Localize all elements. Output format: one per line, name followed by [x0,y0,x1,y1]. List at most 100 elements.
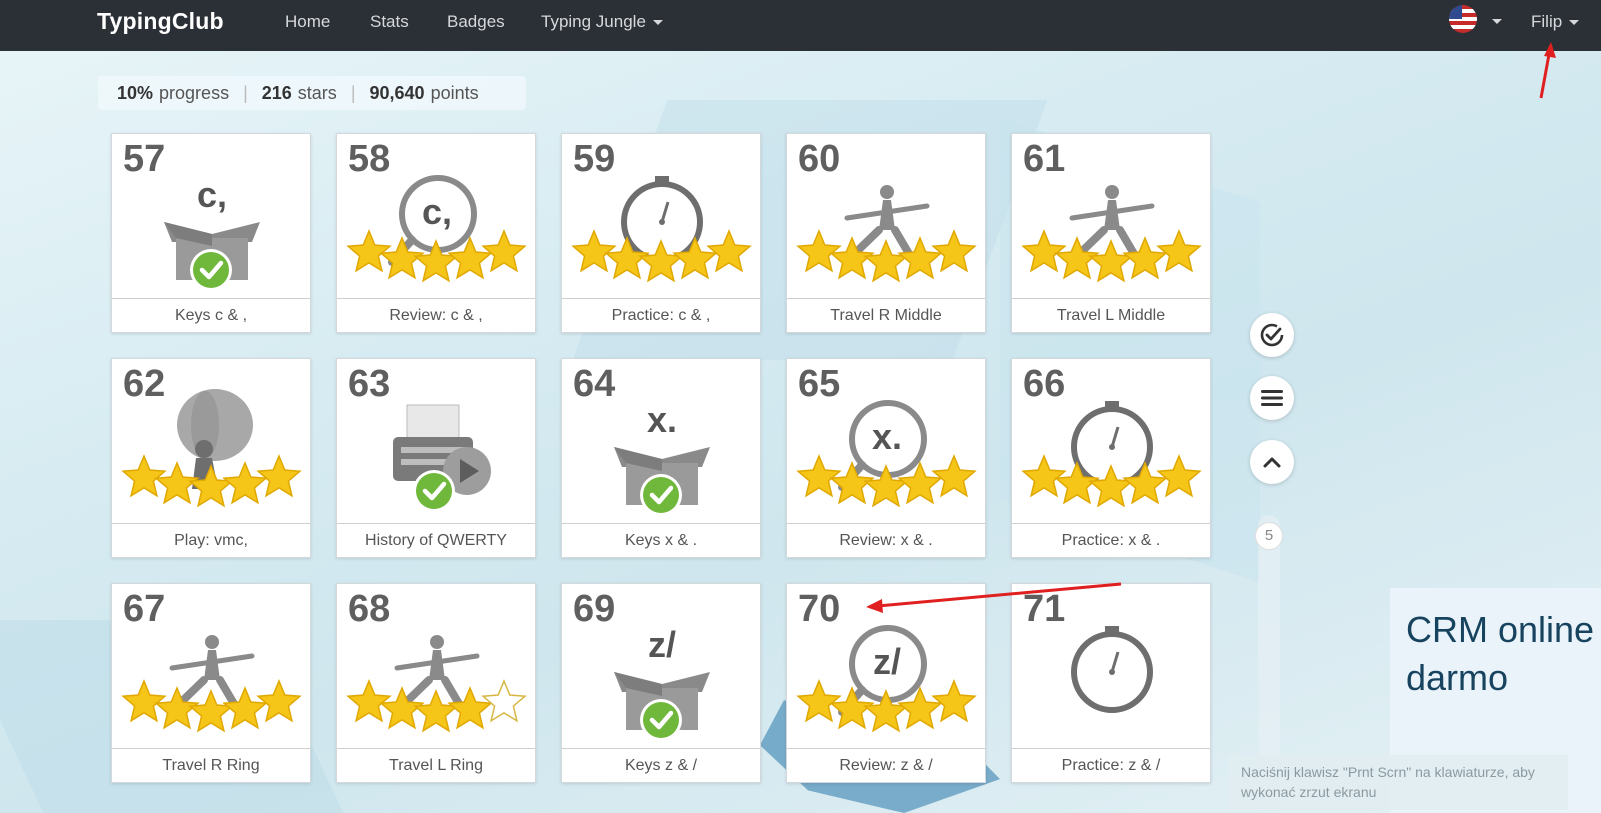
lesson-number: 61 [1023,138,1066,180]
check-progress-button[interactable] [1250,313,1294,357]
lesson-tile[interactable]: 67 Travel R Ring [111,583,311,783]
menu-button[interactable] [1250,376,1294,420]
chevron-up-icon [1263,457,1281,468]
lesson-title: Travel R Ring [112,748,310,782]
lesson-tile[interactable]: 66 Practice: x & . [1011,358,1211,558]
lesson-tile[interactable]: 63 History of QWERTY [336,358,536,558]
lesson-number: 58 [348,138,391,180]
lesson-tile[interactable]: 71 Practice: z & / [1011,583,1211,783]
star-icon [796,454,842,498]
check-badge-icon [640,699,682,741]
points-label: points [430,82,479,103]
nav-home[interactable]: Home [285,12,330,32]
progress-summary: 10% progress | 216 stars | 90,640 points [98,76,526,110]
chevron-down-icon[interactable] [1492,19,1502,24]
points-value: 90,640 [369,82,425,103]
lesson-tile[interactable]: 68 Travel L Ring [336,583,536,783]
lesson-title: Travel L Middle [1012,298,1210,332]
lesson-number: 66 [1023,363,1066,405]
star-icon [931,679,977,723]
lesson-number: 60 [798,138,841,180]
top-navbar: TypingClub Home Stats Badges Typing Jung… [0,0,1601,51]
lesson-number: 62 [123,363,166,405]
star-icon [346,229,392,273]
lesson-title: Review: c & , [337,298,535,332]
lesson-title: Play: vmc, [112,523,310,557]
chevron-down-icon [652,20,663,26]
user-name: Filip [1531,12,1563,31]
lesson-tile[interactable]: x. 64 Keys x & . [561,358,761,558]
star-icon [706,229,752,273]
menu-icon [1261,390,1283,406]
lesson-number: 64 [573,363,616,405]
star-icon [481,229,527,273]
star-icon [931,229,977,273]
lesson-number: 69 [573,588,616,630]
lesson-title: Keys x & . [562,523,760,557]
lesson-key-glyphs: c, [421,191,453,232]
lesson-number: 71 [1023,588,1066,630]
lesson-title: Practice: x & . [1012,523,1210,557]
lesson-tile[interactable]: 59 Practice: c & , [561,133,761,333]
nav-badges[interactable]: Badges [447,12,505,32]
lesson-title: Review: x & . [787,523,985,557]
lesson-title: Review: z & / [787,748,985,782]
chevron-down-icon [1569,20,1580,26]
scroll-up-button[interactable] [1250,440,1294,484]
lesson-key-glyphs: x. [871,416,903,457]
brand-logo[interactable]: TypingClub [97,8,224,35]
progress-label: progress [159,82,230,103]
lesson-title: Practice: c & , [562,298,760,332]
lesson-number: 59 [573,138,616,180]
separator: | [350,82,356,103]
lesson-number: 70 [798,588,841,630]
star-icon [481,679,527,723]
check-badge-icon [190,249,232,291]
star-icon [1156,229,1202,273]
nav-typing-jungle-label: Typing Jungle [541,12,646,31]
star-icon [796,229,842,273]
user-menu[interactable]: Filip [1531,12,1580,32]
nav-stats[interactable]: Stats [370,12,409,32]
progress-value: 10% [117,82,154,103]
lesson-key-glyphs: z/ [872,641,901,682]
separator: | [243,82,248,103]
star-icon [121,454,167,498]
lesson-tile[interactable]: c, 57 Keys c & , [111,133,311,333]
lesson-number: 57 [123,138,166,180]
stars-label: stars [297,82,337,103]
stars-value: 216 [261,82,292,103]
lesson-title: Travel L Ring [337,748,535,782]
star-icon [931,454,977,498]
star-icon [121,679,167,723]
lesson-number: 68 [348,588,391,630]
star-icon [1021,229,1067,273]
us-flag-icon[interactable] [1449,5,1477,33]
star-icon [1156,454,1202,498]
check-icon [1260,323,1284,347]
lesson-tile[interactable]: x. 65 Review: x & . [786,358,986,558]
lesson-number: 67 [123,588,166,630]
check-badge-icon [413,470,455,512]
lesson-tile[interactable]: 60 Travel R Middle [786,133,986,333]
lesson-title: Travel R Middle [787,298,985,332]
star-icon [796,679,842,723]
lesson-tile[interactable]: c, 58 Review: c & , [336,133,536,333]
ad-text: CRM online darmo [1406,609,1595,698]
screenshot-hint-toast: Naciśnij klawisz "Prnt Scrn" na klawiatu… [1228,755,1568,810]
lesson-number: 63 [348,363,391,405]
lesson-tile[interactable]: 62 Play: vmc, [111,358,311,558]
star-icon [222,461,268,505]
scroll-track[interactable] [1258,515,1280,795]
lesson-tile[interactable]: z/70 Review: z & / [786,583,986,783]
lesson-title: Practice: z & / [1012,748,1210,782]
nav-typing-jungle[interactable]: Typing Jungle [541,12,663,32]
lesson-title: History of QWERTY [337,523,535,557]
lesson-tile[interactable]: z/69 Keys z & / [561,583,761,783]
lesson-title: Keys z & / [562,748,760,782]
star-icon [346,679,392,723]
scroll-position-badge[interactable]: 5 [1255,522,1283,550]
annotation-arrow-user [1539,48,1552,99]
lesson-tile[interactable]: 61 Travel L Middle [1011,133,1211,333]
stopwatch-icon [1071,626,1153,713]
